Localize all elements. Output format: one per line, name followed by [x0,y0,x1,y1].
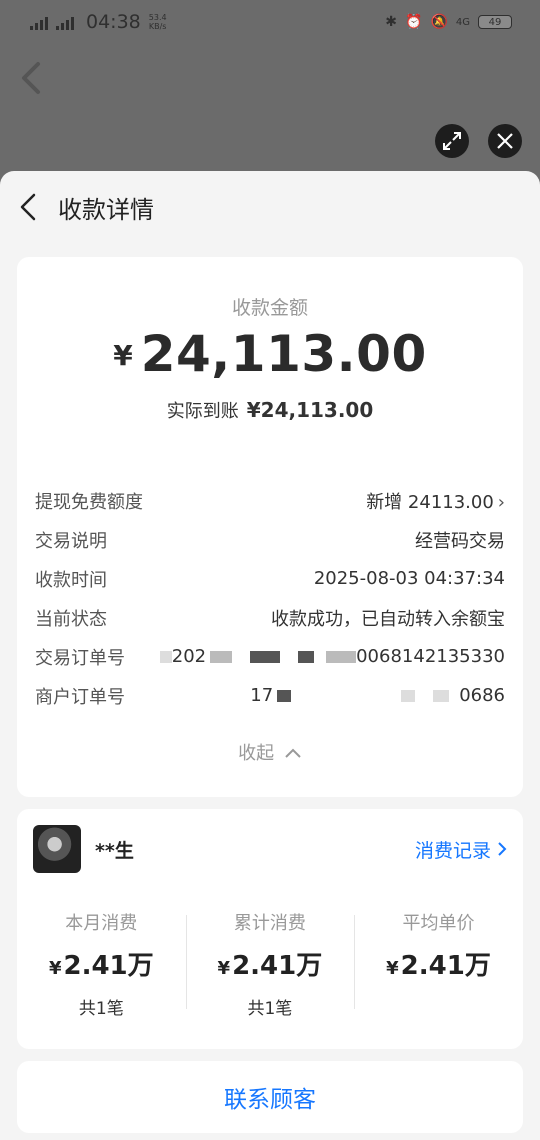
currency-symbol: ¥ [113,339,133,372]
avatar[interactable] [33,825,81,873]
network-speed: 53.4 KB/s [149,13,167,31]
back-button[interactable] [18,192,44,222]
close-icon [497,133,513,149]
stat-amount: 2.41万 [63,951,154,981]
chevron-right-icon [498,842,507,856]
amount-number: 24,113.00 [140,325,427,383]
detail-row-free-quota[interactable]: 提现免费额度 新增 24113.00 › [35,481,505,520]
contact-customer-button[interactable]: 联系顾客 [17,1061,523,1133]
currency-symbol: ¥ [386,958,399,979]
battery-icon: 49 [478,15,512,29]
order-number-masked: 202 0068142135330 [159,646,505,667]
chevron-up-icon [285,748,301,758]
mask-block [250,650,281,663]
status-right: ✱ ⏰ 🔕 4G 49 [385,14,512,30]
stat-average: 平均单价 ¥2.41万 [354,909,523,1019]
detail-list: 提现免费额度 新增 24113.00 › 交易说明 经营码交易 收款时间 2025… [35,481,505,715]
order-suffix: 0068142135330 [356,646,505,667]
actual-value: ¥24,113.00 [246,398,374,422]
bluetooth-icon: ✱ [385,14,397,30]
detail-key: 当前状态 [35,608,107,630]
record-link-label: 消费记录 [414,839,491,862]
close-button[interactable] [488,124,522,158]
mask-block [326,650,357,663]
status-left: 04:38 53.4 KB/s [30,11,167,33]
customer-header: **生 消费记录 [33,825,507,873]
signal-icon [30,14,48,30]
detail-key: 交易订单号 [35,647,125,669]
stat-count: 共1笔 [78,999,124,1019]
detail-value: 新增 24113.00 › [366,488,505,514]
stat-amount: 2.41万 [232,951,323,981]
back-icon [20,193,36,221]
detail-value: 收款成功，已自动转入余额宝 [271,608,505,630]
mask-block [159,650,172,663]
amount-label: 收款金额 [231,297,308,319]
amount-value: ¥24,113.00 [17,325,523,383]
actual-label: 实际到账 [166,401,239,422]
status-time: 04:38 [86,11,141,33]
stat-amount: 2.41万 [400,951,491,981]
collapse-button[interactable]: 收起 [17,739,523,765]
detail-row-status: 当前状态 收款成功，已自动转入余额宝 [35,598,505,637]
stat-label: 本月消费 [65,913,138,934]
customer-card: **生 消费记录 本月消费 ¥2.41万 共1笔 累计消费 ¥2.41万 共1笔 [17,809,523,1049]
alarm-icon: ⏰ [405,14,423,30]
detail-key: 提现免费额度 [35,491,143,513]
detail-row-order-number: 交易订单号 202 0068142135330 [35,637,505,676]
merchant-suffix: 0686 [459,685,505,706]
detail-key: 商户订单号 [35,686,125,708]
consumption-record-link[interactable]: 消费记录 [415,836,507,863]
mask-block [298,650,315,663]
detail-value: 经营码交易 [415,530,505,552]
mask-block [433,689,450,702]
status-bar: 04:38 53.4 KB/s ✱ ⏰ 🔕 4G 49 [0,0,540,44]
currency-symbol: ¥ [217,958,231,979]
actual-received: 实际到账 ¥24,113.00 [17,397,523,423]
stat-value: ¥2.41万 [354,945,523,982]
signal-icon [56,14,74,30]
detail-row-description: 交易说明 经营码交易 [35,520,505,559]
customer-name: **生 [95,839,134,862]
detail-sheet: 收款详情 收款金额 ¥24,113.00 实际到账 ¥24,113.00 提现免费… [0,171,540,1140]
expand-icon [443,132,461,150]
expand-button[interactable] [435,124,469,158]
detail-value: 2025-08-03 04:37:34 [313,568,505,589]
collapse-label: 收起 [238,743,275,764]
stat-monthly: 本月消费 ¥2.41万 共1笔 [17,909,186,1019]
stat-value: ¥2.41万 [186,945,355,982]
background-back-icon[interactable] [18,60,44,96]
network-type: 4G [455,16,470,28]
sheet-header: 收款详情 [0,171,540,243]
detail-row-time: 收款时间 2025-08-03 04:37:34 [35,559,505,598]
customer-info: **生 [33,825,134,873]
contact-button-label: 联系顾客 [224,1087,316,1113]
mask-block [401,689,416,702]
order-prefix: 202 [171,646,207,667]
detail-key: 收款时间 [35,569,107,591]
consumption-stats: 本月消费 ¥2.41万 共1笔 累计消费 ¥2.41万 共1笔 平均单价 ¥2.… [17,909,523,1019]
speed-value: 53.4 [148,13,167,22]
merchant-prefix: 17 [250,685,274,706]
stat-total: 累计消费 ¥2.41万 共1笔 [185,909,355,1019]
stat-count: 共1笔 [247,999,293,1019]
currency-symbol: ¥ [48,958,62,979]
free-quota-value: 新增 24113.00 [366,491,494,513]
merchant-order-masked: 17 0686 [250,685,505,706]
mask-block [210,650,233,663]
mute-bell-icon: 🔕 [430,14,448,30]
stat-value: ¥2.41万 [17,945,186,982]
mask-block [277,689,292,702]
stat-label: 累计消费 [233,913,306,934]
detail-key: 交易说明 [35,530,107,552]
speed-unit: KB/s [148,22,167,31]
page-title: 收款详情 [58,195,154,224]
payment-card: 收款金额 ¥24,113.00 实际到账 ¥24,113.00 提现免费额度 新增… [17,257,523,797]
detail-row-merchant-order: 商户订单号 17 0686 [35,676,505,715]
stat-label: 平均单价 [402,913,475,934]
chevron-right-icon: › [497,491,505,513]
